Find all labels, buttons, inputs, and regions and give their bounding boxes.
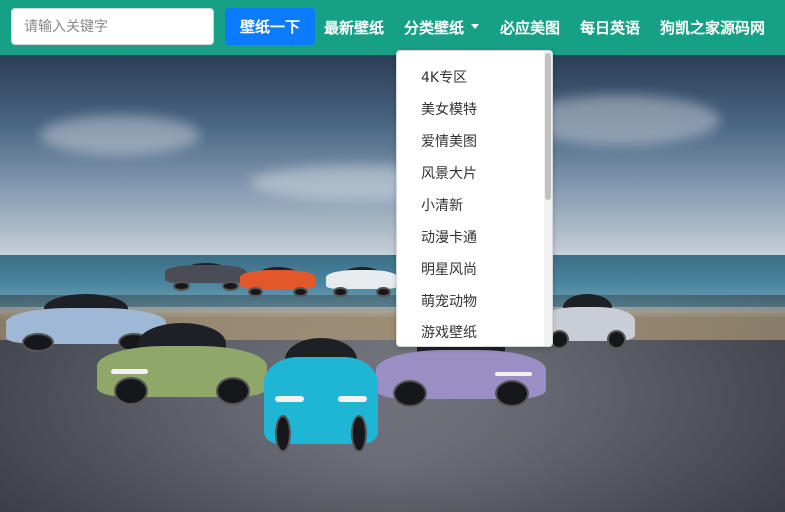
nav-bing-images[interactable]: 必应美图 — [500, 17, 560, 38]
hero-wallpaper-image — [0, 55, 785, 512]
nav-category-label: 分类壁纸 — [404, 19, 465, 37]
cloud — [40, 115, 200, 155]
nav-latest-wallpapers[interactable]: 最新壁纸 — [324, 17, 384, 38]
caret-down-icon — [471, 24, 480, 29]
dropdown-item-fresh[interactable]: 小清新 — [421, 195, 463, 215]
search-button[interactable]: 壁纸一下 — [225, 8, 315, 45]
car-orange — [240, 263, 316, 297]
car-silver — [540, 287, 635, 349]
dropdown-scrollbar[interactable] — [544, 51, 552, 346]
top-navbar: 壁纸一下 最新壁纸 分类壁纸 必应美图 每日英语 狗凯之家源码网 — [0, 0, 785, 55]
dropdown-item-celebrity[interactable]: 明星风尚 — [421, 259, 477, 279]
car-olive-green — [97, 313, 267, 405]
dropdown-item-anime[interactable]: 动漫卡通 — [421, 227, 477, 247]
dropdown-item-4k[interactable]: 4K专区 — [421, 67, 467, 87]
dropdown-item-love[interactable]: 爱情美图 — [421, 131, 477, 151]
search-input[interactable] — [11, 8, 214, 45]
dropdown-item-games[interactable]: 游戏壁纸 — [421, 322, 477, 342]
car-white — [326, 263, 398, 297]
nav-daily-english[interactable]: 每日英语 — [580, 17, 640, 38]
category-dropdown-menu: 4K专区 美女模特 爱情美图 风景大片 小清新 动漫卡通 明星风尚 萌宠动物 游… — [396, 50, 553, 347]
dropdown-item-scenery[interactable]: 风景大片 — [421, 163, 477, 183]
nav-source-site[interactable]: 狗凯之家源码网 — [660, 17, 765, 38]
car-cyan — [264, 327, 378, 452]
car-dark-grey — [165, 259, 247, 291]
nav-category-wallpapers[interactable]: 分类壁纸 — [404, 17, 480, 38]
sky — [0, 55, 785, 255]
dropdown-scrollbar-thumb[interactable] — [545, 53, 551, 200]
dropdown-item-pets[interactable]: 萌宠动物 — [421, 291, 477, 311]
dropdown-item-beauty-models[interactable]: 美女模特 — [421, 99, 477, 119]
